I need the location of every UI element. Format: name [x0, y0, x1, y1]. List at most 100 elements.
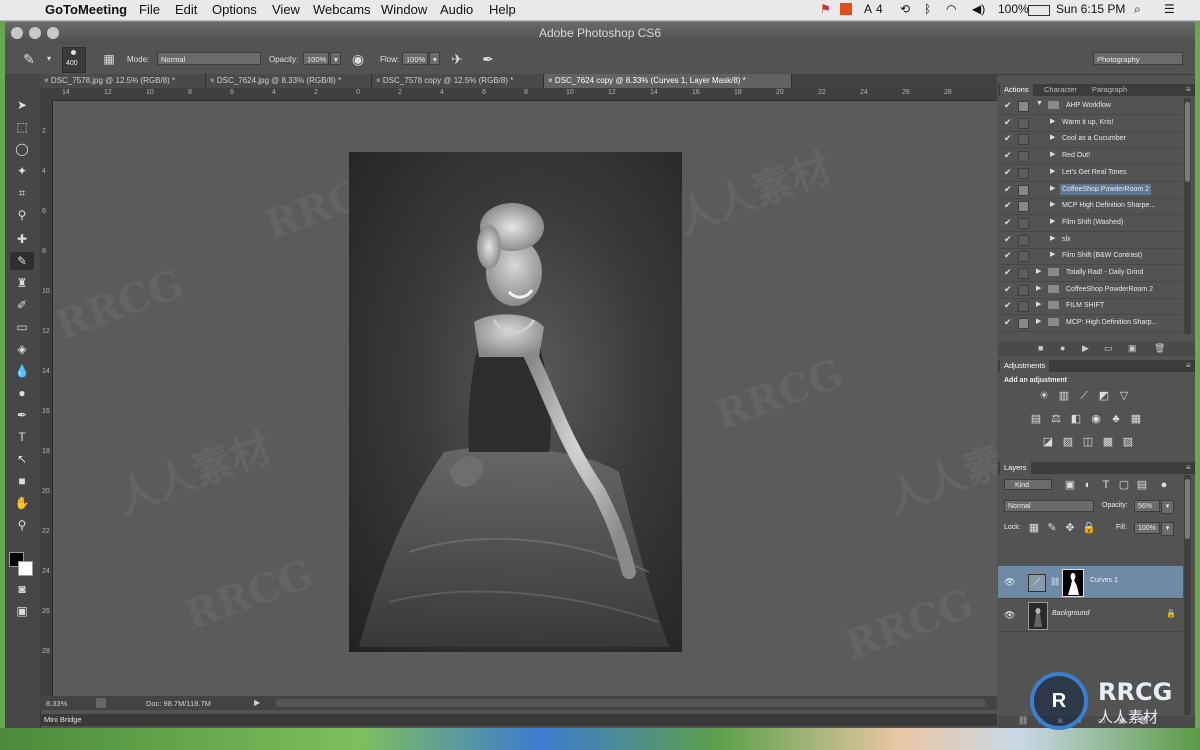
invert-icon[interactable]: ◪ [1042, 436, 1054, 448]
action-row[interactable]: ✔ ▶ MCP: High Definition Sharp... [998, 315, 1183, 333]
opacity-field[interactable]: 100% [303, 52, 329, 65]
check-icon[interactable]: ✔ [1004, 184, 1012, 195]
trash-icon[interactable]: 🗑 [1154, 343, 1165, 354]
clock[interactable]: Sun 6:15 PM [1056, 2, 1125, 16]
workspace-select[interactable]: Photography [1093, 52, 1183, 65]
expand-triangle-icon[interactable]: ▶ [1050, 117, 1055, 125]
new-action-icon[interactable]: ▣ [1128, 343, 1137, 354]
channel-mixer-icon[interactable]: ♣ [1110, 413, 1122, 425]
layer-row-background[interactable]: 👁 Background 🔒 [998, 599, 1183, 632]
expand-triangle-icon[interactable]: ▶ [1050, 167, 1055, 175]
expand-triangle-icon[interactable]: ▶ [1036, 284, 1041, 292]
check-icon[interactable]: ✔ [1004, 200, 1012, 211]
action-row[interactable]: ✔ ▶ FILM SHIFT [998, 298, 1183, 316]
tab-character[interactable]: Character [1040, 84, 1081, 96]
menu-file[interactable]: File [139, 2, 160, 17]
action-row[interactable]: ✔ ▶ CoffeeShop PowderRoom 2 [998, 182, 1183, 199]
flow-dropdown-icon[interactable]: ▾ [429, 52, 440, 65]
levels-icon[interactable]: ▥ [1058, 390, 1070, 402]
battery-icon[interactable] [1028, 5, 1050, 16]
selective-color-icon[interactable]: ▧ [1122, 436, 1134, 448]
brightness-contrast-icon[interactable]: ☀ [1038, 390, 1050, 402]
brush-tool-icon[interactable]: ✎ [10, 252, 34, 270]
color-lookup-icon[interactable]: ▦ [1130, 413, 1142, 425]
filter-pixel-icon[interactable]: ▣ [1064, 479, 1076, 491]
horizontal-scrollbar[interactable] [276, 699, 986, 707]
check-icon[interactable]: ✔ [1004, 217, 1012, 228]
play-icon[interactable]: ▶ [1082, 343, 1089, 354]
move-tool-icon[interactable]: ➤ [10, 96, 34, 114]
expand-triangle-icon[interactable]: ▶ [1036, 300, 1041, 308]
dialog-toggle-box[interactable] [1018, 268, 1029, 279]
tab-adjustments[interactable]: Adjustments [1000, 360, 1050, 372]
rectangle-tool-icon[interactable]: ■ [10, 472, 34, 490]
airbrush-icon[interactable]: ✈ [447, 49, 467, 69]
mini-bridge-tab[interactable]: Mini Bridge [44, 715, 82, 724]
dialog-toggle-box[interactable] [1018, 251, 1029, 263]
dialog-toggle-box[interactable] [1018, 234, 1029, 246]
dialog-toggle-box[interactable] [1018, 184, 1029, 196]
filter-smart-object-icon[interactable]: ▤ [1136, 479, 1148, 491]
preset-dropdown-icon[interactable]: ▾ [39, 49, 59, 69]
close-window-button[interactable] [11, 27, 23, 39]
menu-webcams[interactable]: Webcams [313, 2, 371, 17]
type-tool-icon[interactable]: T [10, 428, 34, 446]
dialog-toggle-box[interactable] [1018, 134, 1029, 146]
app-status-icon[interactable] [840, 3, 852, 15]
action-row[interactable]: ✔ ▶ Totally Rad! - Daily Grind [998, 265, 1183, 282]
check-icon[interactable]: ✔ [1004, 167, 1012, 178]
photo-filter-icon[interactable]: ◉ [1090, 413, 1102, 425]
blend-mode-select[interactable]: Normal [1004, 500, 1094, 512]
check-icon[interactable]: ✔ [1004, 100, 1012, 111]
dialog-toggle-box[interactable] [1018, 117, 1029, 129]
layer-mask-thumbnail[interactable] [1062, 569, 1084, 597]
expand-triangle-icon[interactable]: ▶ [1050, 217, 1055, 225]
expand-triangle-icon[interactable]: ▶ [1050, 200, 1055, 208]
check-icon[interactable]: ✔ [1004, 317, 1012, 328]
panel-menu-icon[interactable]: ≡ [1182, 462, 1195, 474]
document-image[interactable] [349, 152, 682, 652]
path-selection-tool-icon[interactable]: ↖ [10, 450, 34, 468]
pen-tool-icon[interactable]: ✒ [10, 406, 34, 424]
expand-triangle-icon[interactable]: ▶ [1050, 250, 1055, 258]
zoom-window-button[interactable] [47, 27, 59, 39]
filter-toggle-icon[interactable]: ● [1158, 479, 1170, 491]
gradient-map-icon[interactable]: ▩ [1102, 436, 1114, 448]
lasso-tool-icon[interactable]: ◯ [10, 140, 34, 158]
crop-tool-icon[interactable]: ⌗ [10, 184, 34, 202]
expand-triangle-icon[interactable]: ▼ [1036, 100, 1043, 107]
time-machine-icon[interactable]: ⟲ [900, 2, 910, 16]
status-flag-icon[interactable]: ⚑ [820, 2, 831, 16]
dialog-toggle-box[interactable] [1018, 151, 1029, 163]
check-icon[interactable]: ✔ [1004, 234, 1012, 245]
canvas-area[interactable]: RRCG 人人素材 RRCG 人人素材 RRCG RRCG 人人素材 RRCG [49, 101, 1047, 696]
curves-icon[interactable]: ⟋ [1078, 390, 1090, 402]
exposure-icon[interactable]: ◩ [1098, 390, 1110, 402]
opacity-dropdown-icon[interactable]: ▾ [1161, 500, 1174, 514]
eyedropper-tool-icon[interactable]: ⚲ [10, 206, 34, 224]
screen-mode-icon[interactable]: ▣ [10, 602, 34, 620]
record-icon[interactable]: ● [1060, 343, 1065, 353]
vertical-ruler[interactable]: 2 4 6 8 10 12 14 16 18 20 22 24 26 28 [40, 100, 53, 696]
brush-panel-icon[interactable]: ▦ [99, 49, 119, 69]
flow-field[interactable]: 100% [402, 52, 428, 65]
action-row[interactable]: ✔ ▶ slx [998, 232, 1183, 249]
action-row[interactable]: ✔ ▶ Film Shift (B&W Contrast) [998, 248, 1183, 266]
action-row[interactable]: ✔ ▶ Film Shift (Washed) [998, 215, 1183, 232]
lock-image-icon[interactable]: ✎ [1046, 522, 1058, 534]
brush-size-picker[interactable]: 400 [62, 47, 86, 73]
black-white-icon[interactable]: ◧ [1070, 413, 1082, 425]
menu-app-name[interactable]: GoToMeeting [45, 2, 127, 17]
paint-bucket-tool-icon[interactable]: ◈ [10, 340, 34, 358]
expand-triangle-icon[interactable]: ▶ [1050, 133, 1055, 141]
healing-brush-tool-icon[interactable]: ✚ [10, 230, 34, 248]
actions-scrollbar[interactable] [1184, 98, 1191, 334]
tab-doc-2[interactable]: × DSC_7624.jpg @ 8.33% (RGB/8) * [206, 74, 372, 88]
zoom-level[interactable]: 8.33% [46, 699, 67, 708]
layer-name[interactable]: Background [1052, 610, 1089, 617]
filter-shape-icon[interactable]: ▢ [1118, 479, 1130, 491]
tab-paragraph[interactable]: Paragraph [1088, 84, 1131, 96]
expand-triangle-icon[interactable]: ▶ [1036, 317, 1041, 325]
layer-row-curves[interactable]: 👁 ⟋ ⛓ Curves 1 [998, 566, 1183, 599]
expand-triangle-icon[interactable]: ▶ [1050, 184, 1055, 192]
